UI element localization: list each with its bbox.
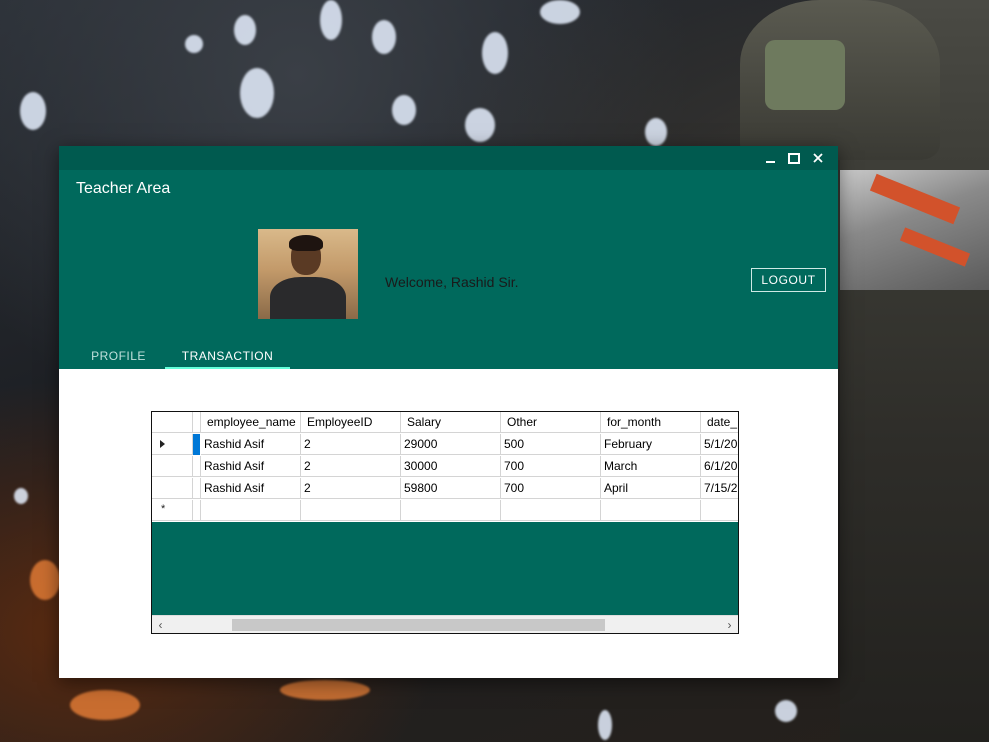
row-header[interactable]: [152, 478, 193, 499]
new-row-asterisk-icon: *: [161, 503, 166, 515]
minimize-icon[interactable]: [758, 146, 782, 170]
table-cell[interactable]: 700: [501, 478, 601, 499]
transaction-grid[interactable]: employee_name EmployeeID Salary Other fo…: [151, 411, 739, 634]
table-cell[interactable]: March: [601, 456, 701, 477]
maximize-icon[interactable]: [782, 146, 806, 170]
table-cell[interactable]: 2: [301, 434, 401, 455]
column-header[interactable]: date_: [701, 412, 738, 433]
bokeh-light: [234, 15, 256, 45]
table-row[interactable]: Rashid Asif 2 59800 700 April 7/15/2: [152, 478, 738, 500]
table-cell[interactable]: 500: [501, 434, 601, 455]
app-window: Teacher Area Welcome, Rashid Sir. LOGOUT…: [59, 146, 838, 678]
bokeh-light: [20, 92, 46, 130]
table-cell[interactable]: Rashid Asif: [201, 434, 301, 455]
column-header[interactable]: for_month: [601, 412, 701, 433]
bokeh-light: [598, 710, 612, 740]
bokeh-light: [30, 560, 60, 600]
table-cell[interactable]: [401, 500, 501, 521]
table-cell[interactable]: [201, 500, 301, 521]
horizontal-scrollbar[interactable]: ‹ ›: [152, 615, 738, 633]
table-cell[interactable]: 7/15/2: [701, 478, 738, 499]
grid-body: employee_name EmployeeID Salary Other fo…: [152, 412, 738, 522]
table-cell[interactable]: 59800: [401, 478, 501, 499]
row-spacer: [193, 456, 201, 477]
app-header: Teacher Area Welcome, Rashid Sir. LOGOUT…: [59, 170, 838, 369]
welcome-text: Welcome, Rashid Sir.: [385, 274, 519, 290]
table-cell[interactable]: [701, 500, 738, 521]
bokeh-light: [482, 32, 508, 74]
bokeh-light: [372, 20, 396, 54]
table-cell[interactable]: 5/1/20: [701, 434, 738, 455]
title-bar[interactable]: [59, 146, 838, 170]
bokeh-light: [14, 488, 28, 504]
column-header[interactable]: Other: [501, 412, 601, 433]
app-title: Teacher Area: [76, 180, 171, 197]
table-cell[interactable]: [301, 500, 401, 521]
grid-header-spacer: [193, 412, 201, 433]
bokeh-light: [70, 690, 140, 720]
table-cell[interactable]: 2: [301, 456, 401, 477]
row-header[interactable]: [152, 456, 193, 477]
table-cell[interactable]: Rashid Asif: [201, 478, 301, 499]
current-row-arrow-icon: [160, 440, 165, 448]
new-row[interactable]: *: [152, 500, 738, 522]
table-cell[interactable]: 2: [301, 478, 401, 499]
table-cell[interactable]: [501, 500, 601, 521]
bokeh-light: [320, 0, 342, 40]
tab-indicator: [165, 367, 290, 369]
bokeh-light: [280, 680, 370, 700]
bokeh-light: [465, 108, 495, 142]
table-cell[interactable]: Rashid Asif: [201, 456, 301, 477]
scroll-left-icon[interactable]: ‹: [152, 616, 169, 633]
column-header[interactable]: Salary: [401, 412, 501, 433]
tab-transaction[interactable]: TRANSACTION: [165, 342, 290, 369]
table-cell[interactable]: [601, 500, 701, 521]
bokeh-light: [240, 68, 274, 118]
table-row[interactable]: Rashid Asif 2 30000 700 March 6/1/20: [152, 456, 738, 478]
selected-cell-marker: [193, 434, 200, 455]
row-spacer: [193, 478, 201, 499]
logout-button[interactable]: LOGOUT: [751, 268, 826, 292]
bokeh-light: [775, 700, 797, 722]
table-cell[interactable]: 700: [501, 456, 601, 477]
tab-profile[interactable]: PROFILE: [76, 342, 161, 369]
table-cell[interactable]: 29000: [401, 434, 501, 455]
bokeh-light: [392, 95, 416, 125]
grid-corner[interactable]: [152, 412, 193, 433]
table-cell[interactable]: February: [601, 434, 701, 455]
scroll-thumb[interactable]: [232, 619, 605, 631]
row-spacer: [193, 500, 201, 521]
close-icon[interactable]: [806, 146, 830, 170]
grid-header-row: employee_name EmployeeID Salary Other fo…: [152, 412, 738, 434]
bokeh-light: [540, 0, 580, 24]
table-cell[interactable]: 6/1/20: [701, 456, 738, 477]
bokeh-light: [185, 35, 203, 53]
avatar: [258, 229, 358, 319]
table-row[interactable]: Rashid Asif 2 29000 500 February 5/1/20: [152, 434, 738, 456]
row-header[interactable]: [152, 434, 193, 455]
table-cell[interactable]: 30000: [401, 456, 501, 477]
bokeh-light: [645, 118, 667, 146]
column-header[interactable]: EmployeeID: [301, 412, 401, 433]
row-header[interactable]: *: [152, 500, 193, 521]
soldier-figure: [740, 0, 989, 742]
table-cell[interactable]: April: [601, 478, 701, 499]
scroll-right-icon[interactable]: ›: [721, 616, 738, 633]
column-header[interactable]: employee_name: [201, 412, 301, 433]
